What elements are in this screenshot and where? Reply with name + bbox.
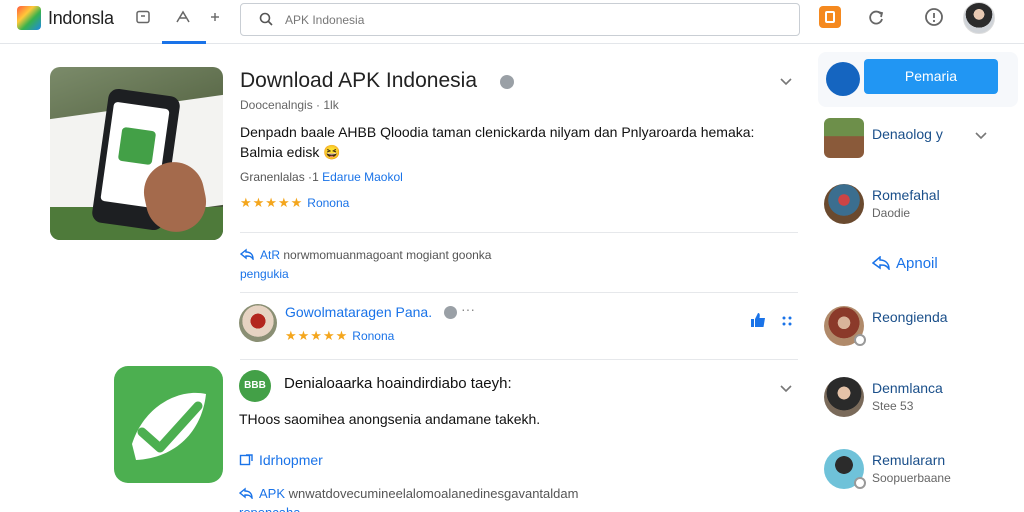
status-dot (854, 477, 866, 489)
reviewer-name[interactable]: Gowolmataragen Pana. (285, 304, 432, 320)
sidebar-item-avatar (824, 184, 864, 224)
item-link[interactable]: Idrhopmer (239, 452, 323, 468)
verified-icon (500, 75, 514, 89)
laugh-emoji: 😆 (323, 144, 341, 160)
notes-icon (825, 11, 835, 23)
chevron-down-icon[interactable] (974, 128, 988, 142)
grid-icon[interactable] (781, 315, 793, 327)
user-avatar[interactable] (963, 2, 995, 34)
sidebar-item-avatar (824, 118, 864, 158)
info-icon[interactable] (924, 7, 944, 27)
add-icon[interactable] (206, 9, 224, 27)
check-leaf-icon (132, 392, 206, 460)
sidebar-item[interactable]: Denaolog y (824, 118, 1014, 158)
category-link[interactable]: Edarue Maokol (322, 170, 403, 184)
rating-stars: ★★★★★ Ronona (240, 195, 349, 211)
rating-label[interactable]: Ronona (307, 196, 349, 210)
link-icon (239, 454, 253, 466)
divider (240, 232, 798, 233)
chevron-down-icon[interactable] (779, 74, 793, 88)
category-line: Granenlalas ·1 Edarue Maokol (240, 170, 403, 184)
apk-link[interactable]: pengukia (240, 267, 289, 281)
reviewer-avatar[interactable] (239, 304, 277, 342)
top-bar: Indonsla (0, 0, 1024, 44)
active-tab-indicator (162, 41, 206, 44)
search-input[interactable] (285, 11, 785, 29)
chevron-down-icon[interactable] (779, 381, 793, 395)
sidebar-avatar[interactable] (826, 62, 860, 96)
item-description: THoos saomihea anongsenia andamane takek… (239, 411, 541, 427)
item-apk-line: APK wnwatdovecumineelalomoalanedinesgava… (239, 484, 799, 512)
sidebar-item[interactable]: Reongienda (824, 306, 1014, 346)
app-badge: BBB (239, 370, 271, 402)
share-arrow-icon (872, 256, 890, 270)
review-rating: ★★★★★ Ronona (285, 328, 394, 344)
app-icon[interactable] (114, 366, 223, 483)
apk-info-line: AtR norwmomuanmagoant mogiant goonka pen… (240, 248, 492, 281)
app-screenshot-image (50, 67, 223, 240)
brand-name[interactable]: Indonsla (48, 8, 114, 29)
item-title[interactable]: Denialoaarka hoaindirdiabo taeyh: (284, 375, 512, 392)
notes-button[interactable] (819, 6, 841, 28)
apk-more-link[interactable]: repencaha (239, 505, 300, 512)
link-icon (240, 248, 254, 260)
divider (240, 292, 798, 293)
review-rating-label[interactable]: Ronona (352, 329, 394, 343)
star-rating-icon: ★★★★★ (285, 328, 349, 343)
status-dot (854, 334, 866, 346)
app-description: Denpadn baale AHBB Qloodia taman clenick… (240, 124, 755, 160)
sidebar-item[interactable]: Denmlanca Stee 53 (824, 377, 1014, 417)
divider (240, 359, 798, 360)
primary-button[interactable]: Pemaria (864, 59, 998, 94)
brand-logo-icon[interactable] (17, 6, 41, 30)
link-icon (239, 487, 253, 499)
star-rating-icon: ★★★★★ (240, 195, 304, 210)
more-options-icon[interactable]: ··· (461, 301, 475, 317)
download-meta: Doocenalngis · 1lk (240, 98, 339, 112)
thumbs-up-icon[interactable] (750, 312, 766, 328)
sidebar-item-avatar (824, 377, 864, 417)
search-icon[interactable] (259, 12, 273, 26)
page-title: Download APK Indonesia (240, 69, 477, 92)
sidebar-link[interactable]: Apnoil (872, 255, 938, 272)
search-box[interactable] (240, 3, 800, 36)
bookmark-icon[interactable] (134, 9, 152, 27)
settings-icon[interactable] (444, 306, 457, 319)
reload-icon[interactable] (866, 7, 886, 27)
sidebar-item[interactable]: Romefahal Daodie (824, 184, 1014, 224)
share-icon[interactable] (174, 9, 192, 27)
sidebar-item[interactable]: Remulararn Soopuerbaane (824, 449, 1014, 489)
